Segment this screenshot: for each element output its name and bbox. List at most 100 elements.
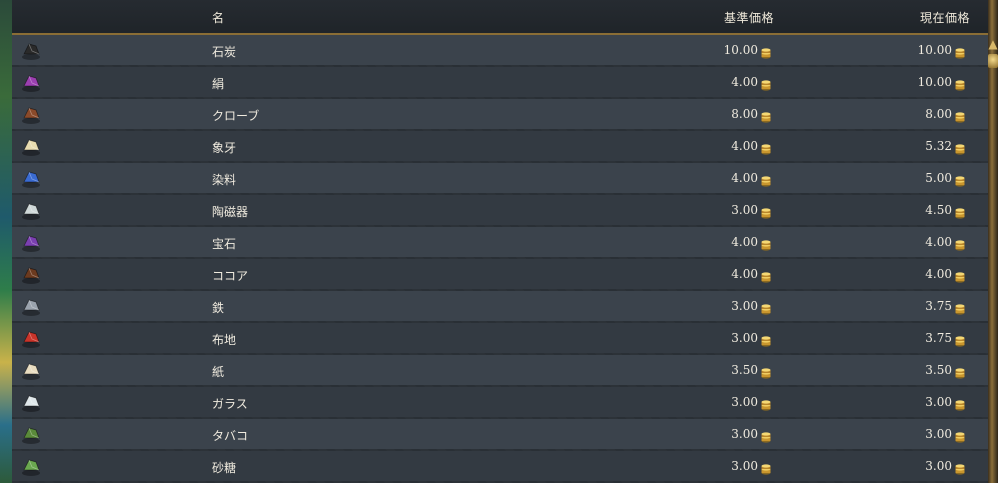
good-name: 布地 xyxy=(212,333,237,347)
current-price: 3.00 xyxy=(925,427,952,441)
good-name: ガラス xyxy=(212,397,248,411)
current-price: 3.00 xyxy=(925,459,952,473)
table-row[interactable]: 鉄 3.00 3.75 xyxy=(12,291,988,321)
gold-coin-icon xyxy=(761,140,771,155)
current-price: 3.00 xyxy=(925,395,952,409)
good-name: タバコ xyxy=(212,429,249,443)
good-name: 染料 xyxy=(212,173,237,187)
current-price: 10.00 xyxy=(917,75,952,89)
cocoa-icon xyxy=(20,263,42,285)
gold-coin-icon xyxy=(761,428,771,443)
tobacco-icon xyxy=(20,423,42,445)
gold-coin-icon xyxy=(761,108,771,123)
base-price: 4.00 xyxy=(731,267,758,281)
gold-coin-icon xyxy=(761,172,771,187)
current-price: 3.75 xyxy=(925,299,952,313)
table-row[interactable]: 象牙 4.00 5.32 xyxy=(12,131,988,161)
good-name: 絹 xyxy=(212,77,225,91)
current-price: 3.75 xyxy=(925,331,952,345)
base-price: 3.00 xyxy=(731,427,758,441)
good-name: クローブ xyxy=(212,109,260,123)
trade-goods-window: 名 基準価格 現在価格 石炭 10.00 10.00 絹 4.00 10.00 クローブ 8.… xyxy=(0,0,998,483)
good-name: 鉄 xyxy=(212,301,225,315)
sugar-icon xyxy=(20,455,42,477)
scrollbar-thumb[interactable] xyxy=(988,54,998,68)
current-price: 4.50 xyxy=(925,203,952,217)
current-price: 5.32 xyxy=(925,139,952,153)
gold-coin-icon xyxy=(955,396,965,411)
porcelain-icon xyxy=(20,199,42,221)
gold-coin-icon xyxy=(761,204,771,219)
coal-icon xyxy=(20,39,42,61)
silk-icon xyxy=(20,71,42,93)
gold-coin-icon xyxy=(761,364,771,379)
base-price: 3.00 xyxy=(731,299,758,313)
gold-coin-icon xyxy=(761,44,771,59)
table-row[interactable]: ガラス 3.00 3.00 xyxy=(12,387,988,417)
scroll-up-arrow-icon[interactable]: ▲ xyxy=(988,36,998,52)
gold-coin-icon xyxy=(955,332,965,347)
gold-coin-icon xyxy=(955,44,965,59)
table-row[interactable]: 宝石 4.00 4.00 xyxy=(12,227,988,257)
table-row[interactable]: 紙 3.50 3.50 xyxy=(12,355,988,385)
base-price: 3.00 xyxy=(731,395,758,409)
gold-coin-icon xyxy=(955,236,965,251)
base-price: 3.00 xyxy=(731,203,758,217)
column-header-name[interactable]: 名 xyxy=(212,9,225,26)
good-name: 陶磁器 xyxy=(212,205,249,219)
current-price: 8.00 xyxy=(925,107,952,121)
base-price: 4.00 xyxy=(731,235,758,249)
table-row[interactable]: クローブ 8.00 8.00 xyxy=(12,99,988,129)
base-price: 3.50 xyxy=(731,363,758,377)
base-price: 8.00 xyxy=(731,107,758,121)
gold-coin-icon xyxy=(955,364,965,379)
table-row[interactable]: ココア 4.00 4.00 xyxy=(12,259,988,289)
table-row[interactable]: 絹 4.00 10.00 xyxy=(12,67,988,97)
good-name: ココア xyxy=(212,269,249,283)
good-name: 砂糖 xyxy=(212,461,237,475)
current-price: 4.00 xyxy=(925,235,952,249)
glass-icon xyxy=(20,391,42,413)
gold-coin-icon xyxy=(955,108,965,123)
base-price: 4.00 xyxy=(731,171,758,185)
gold-coin-icon xyxy=(955,140,965,155)
current-price: 3.50 xyxy=(925,363,952,377)
iron-icon xyxy=(20,295,42,317)
table-row[interactable]: 石炭 10.00 10.00 xyxy=(12,35,988,65)
gold-coin-icon xyxy=(761,300,771,315)
gold-coin-icon xyxy=(761,332,771,347)
gold-coin-icon xyxy=(761,236,771,251)
gold-coin-icon xyxy=(955,428,965,443)
good-name: 紙 xyxy=(212,365,225,379)
paper-icon xyxy=(20,359,42,381)
fabric-icon xyxy=(20,327,42,349)
table-row[interactable]: 布地 3.00 3.75 xyxy=(12,323,988,353)
column-header-current-price[interactable]: 現在価格 xyxy=(920,9,970,26)
table-row[interactable]: 陶磁器 3.00 4.50 xyxy=(12,195,988,225)
ivory-icon xyxy=(20,135,42,157)
scrollbar-track[interactable] xyxy=(988,0,998,483)
gold-coin-icon xyxy=(955,460,965,475)
goods-list: 石炭 10.00 10.00 絹 4.00 10.00 クローブ 8.00 8.00 象牙 4.00… xyxy=(12,35,988,483)
gold-coin-icon xyxy=(955,268,965,283)
table-row[interactable]: 砂糖 3.00 3.00 xyxy=(12,451,988,481)
table-header: 名 基準価格 現在価格 xyxy=(12,0,988,35)
table-row[interactable]: 染料 4.00 5.00 xyxy=(12,163,988,193)
good-name: 石炭 xyxy=(212,45,237,59)
base-price: 3.00 xyxy=(731,459,758,473)
good-name: 宝石 xyxy=(212,237,237,251)
current-price: 5.00 xyxy=(925,171,952,185)
column-header-base-price[interactable]: 基準価格 xyxy=(724,9,774,26)
gold-coin-icon xyxy=(955,204,965,219)
gold-coin-icon xyxy=(761,268,771,283)
cloves-icon xyxy=(20,103,42,125)
table-row[interactable]: タバコ 3.00 3.00 xyxy=(12,419,988,449)
good-name: 象牙 xyxy=(212,141,237,155)
goods-price-panel: 名 基準価格 現在価格 石炭 10.00 10.00 絹 4.00 10.00 クローブ 8.… xyxy=(12,0,988,483)
gold-coin-icon xyxy=(761,460,771,475)
gold-coin-icon xyxy=(955,300,965,315)
current-price: 10.00 xyxy=(917,43,952,57)
gems-icon xyxy=(20,231,42,253)
game-map-edge xyxy=(0,0,12,483)
base-price: 4.00 xyxy=(731,139,758,153)
